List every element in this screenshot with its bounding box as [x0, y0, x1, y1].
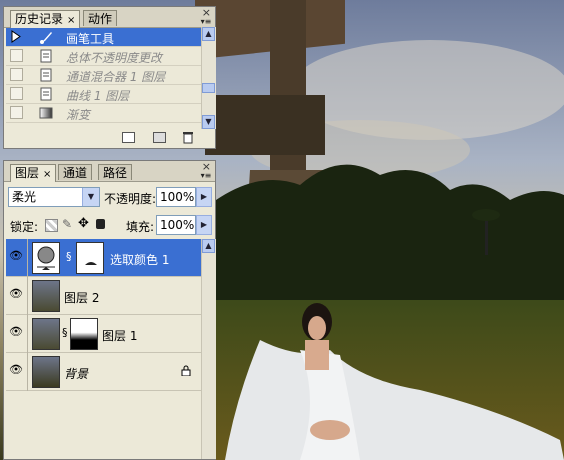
- history-tabbar: 历史记录 × 动作 × ▾≡: [4, 6, 215, 28]
- layers-tabbar: 图层 × 通道 路径 × ▾≡: [4, 160, 215, 182]
- fill-label: 填充:: [126, 220, 155, 234]
- layers-panel: 图层 × 通道 路径 × ▾≡ 柔光 ▼ 不透明度: 100% ▶ 锁定: ✎ ✥…: [3, 160, 216, 460]
- lock-icon: [181, 365, 191, 379]
- camera-icon[interactable]: [153, 132, 166, 143]
- layer-name[interactable]: 背景: [64, 365, 88, 382]
- history-footer: [4, 128, 215, 148]
- tab-layers[interactable]: 图层 ×: [10, 164, 57, 182]
- opacity-input[interactable]: 100%: [156, 187, 196, 207]
- scroll-thumb[interactable]: [202, 83, 215, 93]
- fill-value: 100%: [160, 218, 195, 232]
- layer-row[interactable]: 👁 图层 2: [6, 277, 201, 315]
- chevron-down-icon[interactable]: ▼: [82, 188, 99, 206]
- snapshot-checkbox[interactable]: [10, 30, 23, 43]
- lock-label: 锁定:: [10, 220, 39, 234]
- lock-all-icon[interactable]: [96, 219, 105, 229]
- layer-row[interactable]: 👁 背景: [6, 353, 201, 391]
- tab-channels-label: 通道: [63, 166, 88, 180]
- tab-actions-label: 动作: [88, 12, 113, 26]
- trash-icon[interactable]: [182, 131, 194, 147]
- opacity-slider-arrow-icon[interactable]: ▶: [196, 187, 212, 207]
- history-state-marker-icon: [11, 30, 21, 43]
- eye-icon[interactable]: 👁: [9, 326, 23, 337]
- tab-history-label: 历史记录: [15, 12, 64, 26]
- history-panel: 历史记录 × 动作 × ▾≡ 画笔工具 总体不透明度更改 通道混合器 1 图层 …: [3, 6, 216, 149]
- history-item-label: 画笔工具: [66, 32, 115, 46]
- history-item[interactable]: 画笔工具: [6, 28, 202, 47]
- eye-icon[interactable]: 👁: [9, 364, 23, 375]
- layer-name[interactable]: 图层 1: [102, 327, 137, 344]
- tab-channels[interactable]: 通道: [58, 164, 93, 180]
- history-item-label: 总体不透明度更改: [66, 51, 163, 65]
- snapshot-checkbox[interactable]: [10, 68, 23, 81]
- history-item[interactable]: 通道混合器 1 图层: [6, 66, 202, 85]
- fill-slider-arrow-icon[interactable]: ▶: [196, 215, 212, 235]
- divider: [27, 315, 28, 353]
- tab-close-icon[interactable]: ×: [67, 15, 75, 26]
- layer-name[interactable]: 图层 2: [64, 289, 99, 306]
- new-document-from-state-icon[interactable]: [122, 132, 135, 143]
- snapshot-checkbox[interactable]: [10, 87, 23, 100]
- history-item[interactable]: 曲线 1 图层: [6, 85, 202, 104]
- history-item[interactable]: 总体不透明度更改: [6, 47, 202, 66]
- fill-input[interactable]: 100%: [156, 215, 196, 235]
- layer-thumbnail[interactable]: [32, 280, 60, 312]
- brush-icon: [39, 30, 53, 44]
- history-item-label: 通道混合器 1 图层: [66, 70, 166, 84]
- document-icon: [39, 87, 53, 101]
- opacity-value: 100%: [160, 190, 195, 204]
- blend-mode-select[interactable]: 柔光 ▼: [8, 187, 100, 207]
- gradient-icon: [39, 106, 53, 120]
- snapshot-checkbox[interactable]: [10, 106, 23, 119]
- opacity-label: 不透明度:: [104, 192, 157, 206]
- divider: [27, 239, 28, 277]
- lock-pixels-icon[interactable]: ✎: [62, 217, 72, 231]
- scroll-up-icon[interactable]: ▲: [202, 239, 215, 253]
- eye-icon[interactable]: 👁: [9, 250, 23, 261]
- panel-menu-icon[interactable]: ▾≡: [200, 172, 212, 180]
- scroll-down-icon[interactable]: ▼: [202, 115, 215, 129]
- tab-history[interactable]: 历史记录 ×: [10, 10, 81, 28]
- layer-thumbnail[interactable]: [32, 318, 60, 350]
- scroll-up-icon[interactable]: ▲: [202, 27, 215, 41]
- chain-link-icon[interactable]: §: [62, 326, 68, 339]
- blend-mode-value: 柔光: [12, 190, 37, 204]
- divider: [27, 277, 28, 315]
- layers-scrollbar[interactable]: ▲: [201, 239, 216, 459]
- layer-thumbnail[interactable]: [32, 356, 60, 388]
- layer-row[interactable]: 👁 § 图层 1: [6, 315, 201, 353]
- blend-row: 柔光 ▼ 不透明度: 100% ▶: [4, 187, 215, 209]
- tab-layers-label: 图层: [15, 166, 40, 180]
- document-icon: [39, 68, 53, 82]
- snapshot-checkbox[interactable]: [10, 49, 23, 62]
- document-icon: [39, 49, 53, 63]
- lock-row: 锁定: ✎ ✥ 填充: 100% ▶: [4, 215, 215, 237]
- history-item[interactable]: 渐变: [6, 104, 202, 123]
- history-item-label: 曲线 1 图层: [66, 89, 130, 103]
- eye-icon[interactable]: 👁: [9, 288, 23, 299]
- lock-position-icon[interactable]: ✥: [78, 216, 89, 231]
- tab-actions[interactable]: 动作: [83, 10, 118, 26]
- history-item-label: 渐变: [66, 108, 91, 122]
- tab-paths-label: 路径: [103, 166, 128, 180]
- tab-paths[interactable]: 路径: [98, 164, 133, 180]
- chain-link-icon[interactable]: §: [66, 250, 72, 263]
- layer-mask-thumbnail[interactable]: [70, 318, 98, 350]
- divider: [27, 353, 28, 391]
- history-scrollbar[interactable]: ▲ ▼: [201, 27, 216, 129]
- layer-name[interactable]: 选取颜色 1: [110, 251, 169, 268]
- lock-transparency-icon[interactable]: [45, 219, 58, 232]
- tab-close-icon[interactable]: ×: [43, 169, 51, 180]
- layer-mask-thumbnail[interactable]: [76, 242, 104, 274]
- adjustment-layer-icon[interactable]: [32, 242, 60, 274]
- panel-menu-icon[interactable]: ▾≡: [200, 18, 212, 26]
- layer-row[interactable]: 👁 § 选取颜色 1: [6, 239, 201, 277]
